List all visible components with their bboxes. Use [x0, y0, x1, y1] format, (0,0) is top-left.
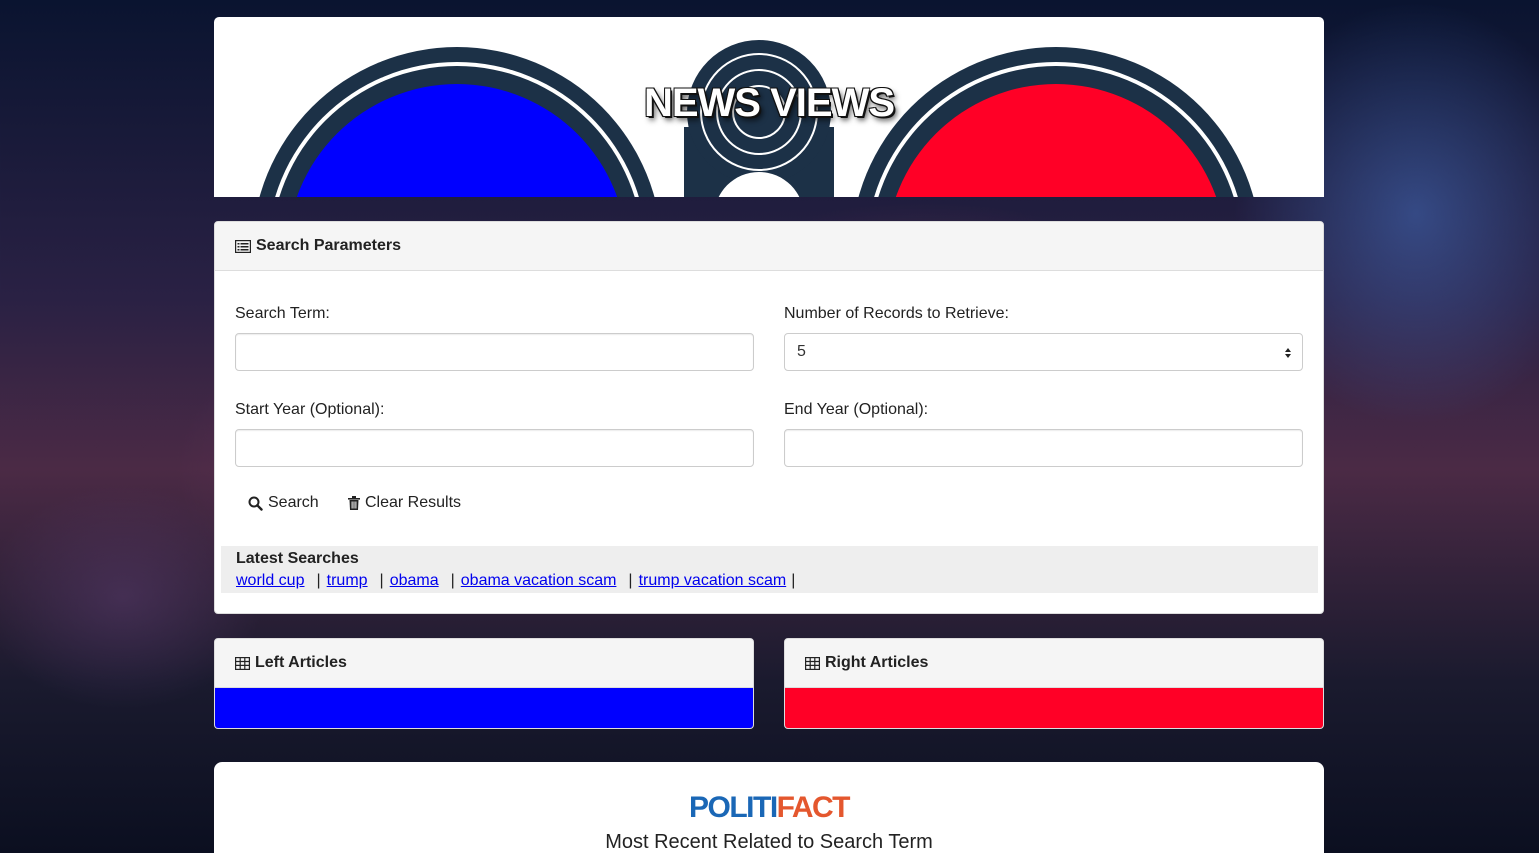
latest-search-link[interactable]: world cup	[236, 572, 304, 589]
search-term-input[interactable]	[235, 333, 754, 371]
politifact-logo: POLITIFACT	[214, 791, 1324, 825]
left-articles-body	[215, 688, 753, 728]
right-articles-heading: Right Articles	[785, 639, 1323, 688]
search-icon	[248, 496, 263, 511]
latest-search-link[interactable]: trump	[327, 572, 368, 589]
end-year-input[interactable]	[784, 429, 1303, 467]
clear-results-label: Clear Results	[365, 494, 462, 511]
search-parameters-panel: Search Parameters Search Term: Number of…	[214, 221, 1324, 614]
search-button-label: Search	[268, 494, 319, 511]
right-articles-title: Right Articles	[825, 654, 929, 671]
left-articles-panel: Left Articles	[214, 638, 754, 729]
start-year-input[interactable]	[235, 429, 754, 467]
politifact-panel: POLITIFACT Most Recent Related to Search…	[214, 762, 1324, 853]
table-icon	[235, 656, 250, 670]
latest-searches: Latest Searches world cup | trump | obama | ob…	[221, 546, 1318, 593]
left-articles-heading: Left Articles	[215, 639, 753, 688]
latest-search-link[interactable]: obama vacation scam	[461, 572, 617, 589]
separator: |	[316, 572, 321, 589]
search-term-label: Search Term:	[235, 305, 330, 322]
politifact-subtitle: Most Recent Related to Search Term	[605, 831, 933, 853]
left-articles-title: Left Articles	[255, 654, 347, 671]
latest-search-link[interactable]: obama	[390, 572, 439, 589]
latest-searches-title: Latest Searches	[236, 550, 359, 567]
separator: |	[628, 572, 633, 589]
header-banner: NEWS VIEWS	[214, 17, 1324, 197]
search-parameters-heading: Search Parameters	[215, 222, 1323, 271]
records-select[interactable]: 5	[784, 333, 1303, 371]
end-year-label: End Year (Optional):	[784, 401, 929, 418]
table-icon	[805, 656, 820, 670]
right-articles-panel: Right Articles	[784, 638, 1324, 729]
separator: |	[379, 572, 384, 589]
separator: |	[791, 572, 796, 589]
clear-results-button[interactable]: Clear Results	[348, 486, 461, 520]
politifact-logo-politi: POLITI	[689, 791, 778, 824]
separator: |	[450, 572, 455, 589]
records-label: Number of Records to Retrieve:	[784, 305, 1009, 322]
site-title: NEWS VIEWS	[643, 81, 895, 125]
search-parameters-title: Search Parameters	[256, 237, 401, 254]
right-articles-body	[785, 688, 1323, 728]
latest-search-link[interactable]: trump vacation scam	[639, 572, 787, 589]
trash-icon	[348, 496, 360, 510]
latest-searches-list: world cup | trump | obama | obama vacation sca…	[236, 570, 1303, 592]
start-year-label: Start Year (Optional):	[235, 401, 385, 418]
politifact-logo-fact: FACT	[776, 791, 851, 824]
search-button[interactable]: Search	[248, 486, 319, 520]
list-alt-icon	[235, 239, 251, 253]
records-select-value: 5	[797, 343, 806, 360]
select-arrows-icon	[1284, 346, 1292, 364]
